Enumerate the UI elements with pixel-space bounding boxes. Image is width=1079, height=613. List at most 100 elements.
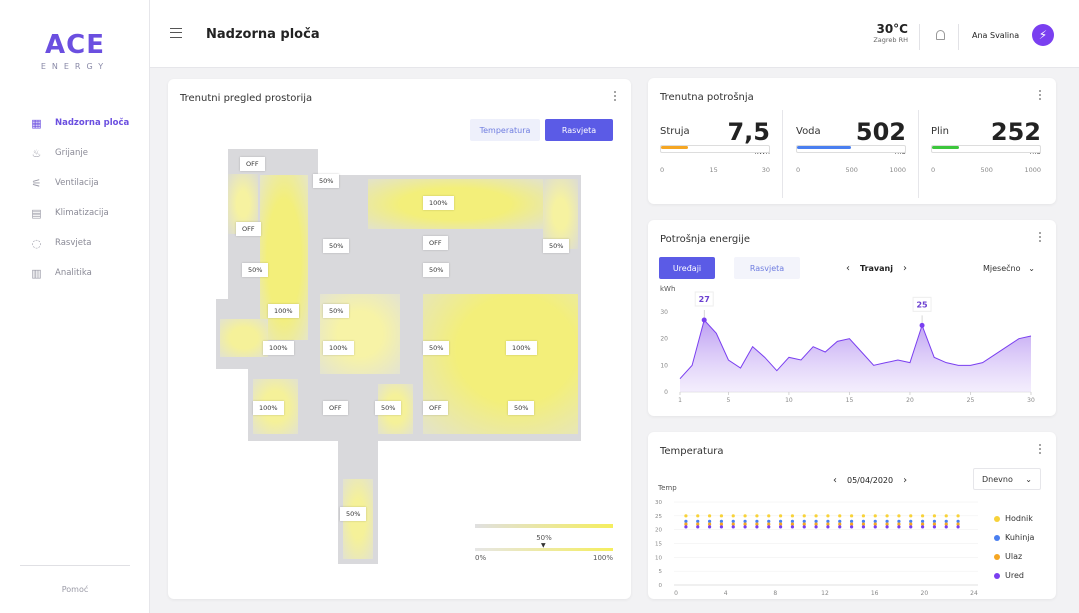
more-icon[interactable] bbox=[1038, 232, 1042, 244]
legend-item[interactable]: Ulaz bbox=[994, 552, 1022, 561]
room-label[interactable]: 100% bbox=[268, 304, 299, 318]
data-point bbox=[743, 519, 747, 523]
data-point bbox=[743, 525, 747, 529]
energy-chart: kWh01020301 5 10 15 20 25 302725 bbox=[660, 285, 1035, 404]
data-point bbox=[849, 522, 854, 526]
sidebar-item-bulb[interactable]: ◌ Rasvjeta bbox=[0, 228, 150, 258]
divider bbox=[782, 110, 783, 198]
data-point bbox=[696, 514, 700, 518]
data-point bbox=[755, 522, 759, 526]
room-label[interactable]: 100% bbox=[506, 341, 537, 355]
consumption-title: Trenutna potrošnja bbox=[660, 92, 754, 103]
room-label[interactable]: 50% bbox=[313, 174, 340, 188]
meter-value: 7,5 bbox=[727, 118, 770, 146]
data-point bbox=[885, 519, 889, 523]
room-label[interactable]: 50% bbox=[423, 341, 450, 355]
y-tick-label: 0 bbox=[664, 389, 668, 396]
room-label[interactable]: 100% bbox=[263, 341, 294, 355]
room-label[interactable]: OFF bbox=[423, 401, 448, 415]
room-label[interactable]: 100% bbox=[253, 401, 284, 415]
room-label[interactable]: 100% bbox=[323, 341, 354, 355]
tab-lighting[interactable]: Rasvjeta bbox=[734, 257, 800, 279]
data-point bbox=[814, 514, 818, 518]
more-icon[interactable] bbox=[1038, 90, 1042, 102]
dashboard-icon: ▦ bbox=[31, 116, 42, 130]
y-axis-label: Temp bbox=[657, 484, 677, 492]
avatar[interactable]: ⚡ bbox=[1032, 24, 1054, 46]
room-label[interactable]: 50% bbox=[423, 263, 450, 277]
room-label[interactable]: OFF bbox=[236, 222, 261, 236]
room-label[interactable]: OFF bbox=[423, 236, 448, 250]
x-tick-label: 24 bbox=[970, 590, 978, 597]
sidebar-item-analytics[interactable]: ▥ Analitika bbox=[0, 258, 150, 288]
data-point bbox=[814, 525, 818, 529]
logo[interactable]: ACE ENERGY bbox=[0, 30, 150, 71]
x-tick-label: 20 bbox=[921, 590, 929, 597]
energy-card: Potrošnja energije Uređaji Rasvjeta ‹ Tr… bbox=[648, 220, 1056, 416]
page-title: Nadzorna ploča bbox=[206, 27, 320, 42]
x-tick-label: 15 bbox=[846, 397, 854, 404]
legend-dot-icon bbox=[994, 572, 1000, 579]
y-tick-label: 30 bbox=[660, 309, 668, 316]
room-label[interactable]: 50% bbox=[543, 239, 570, 253]
room-label[interactable]: 50% bbox=[375, 401, 402, 415]
tick-label: 500 bbox=[980, 166, 993, 174]
data-point bbox=[802, 514, 806, 518]
legend-item[interactable]: Kuhinja bbox=[994, 533, 1034, 542]
data-point bbox=[873, 519, 877, 523]
data-point bbox=[684, 525, 688, 529]
data-point bbox=[707, 519, 712, 523]
room-label[interactable]: 50% bbox=[340, 507, 367, 521]
data-point bbox=[707, 514, 712, 518]
sidebar-item-ac[interactable]: ▤ Klimatizacija bbox=[0, 198, 150, 228]
chevron-right-icon[interactable]: › bbox=[903, 263, 907, 274]
period-select[interactable]: Mjesečno ⌄ bbox=[975, 257, 1043, 279]
sidebar-item-ventilation[interactable]: ⚟ Ventilacija bbox=[0, 168, 150, 198]
data-point bbox=[731, 522, 735, 526]
current-month: Travanj bbox=[860, 264, 893, 273]
tab-devices[interactable]: Uređaji bbox=[659, 257, 715, 279]
data-point bbox=[743, 514, 747, 518]
bell-icon[interactable] bbox=[936, 30, 945, 40]
weather-widget: 30°C Zagreb RH bbox=[868, 22, 908, 44]
legend-label: Kuhinja bbox=[1005, 533, 1035, 542]
data-point bbox=[719, 514, 724, 518]
data-point bbox=[790, 522, 795, 526]
room-label[interactable]: 50% bbox=[323, 304, 350, 318]
data-point bbox=[684, 514, 688, 518]
y-tick-label: 20 bbox=[655, 528, 662, 534]
data-point bbox=[909, 519, 913, 523]
sidebar-item-dashboard[interactable]: ▦ Nadzorna ploča bbox=[0, 108, 150, 138]
x-tick-label: 10 bbox=[785, 397, 793, 404]
consumption-card: Trenutna potrošnja Struja 7,5 kWh 01530 … bbox=[648, 78, 1056, 204]
room-label[interactable]: OFF bbox=[323, 401, 348, 415]
sidebar-item-heating[interactable]: ♨ Grijanje bbox=[0, 138, 150, 168]
legend-item[interactable]: Ured bbox=[994, 571, 1024, 580]
data-point bbox=[932, 522, 937, 526]
data-point bbox=[802, 522, 806, 526]
data-point bbox=[755, 519, 759, 523]
tick-label: 15 bbox=[709, 166, 718, 174]
room-label[interactable]: 50% bbox=[508, 401, 535, 415]
room-label[interactable]: 50% bbox=[242, 263, 269, 277]
meter-fill bbox=[797, 146, 851, 149]
y-axis-label: kWh bbox=[660, 285, 675, 293]
data-point bbox=[826, 519, 830, 523]
data-point bbox=[920, 514, 925, 518]
legend-label: Ured bbox=[1005, 571, 1024, 580]
tick-label: 1000 bbox=[1024, 166, 1041, 174]
menu-icon[interactable] bbox=[170, 28, 182, 38]
x-tick-label: 16 bbox=[871, 590, 879, 597]
chevron-left-icon[interactable]: ‹ bbox=[846, 263, 850, 274]
user-name[interactable]: Ana Svalina bbox=[972, 31, 1019, 40]
data-point bbox=[932, 525, 937, 529]
y-tick-label: 30 bbox=[655, 500, 662, 506]
legend-item[interactable]: Hodnik bbox=[994, 514, 1033, 523]
data-point bbox=[755, 525, 759, 529]
room-label[interactable]: OFF bbox=[240, 157, 265, 171]
room-label[interactable]: 100% bbox=[423, 196, 454, 210]
room-label[interactable]: 50% bbox=[323, 239, 350, 253]
more-icon[interactable] bbox=[1038, 444, 1042, 456]
help-link[interactable]: Pomoć bbox=[0, 585, 150, 594]
data-point bbox=[885, 514, 889, 518]
